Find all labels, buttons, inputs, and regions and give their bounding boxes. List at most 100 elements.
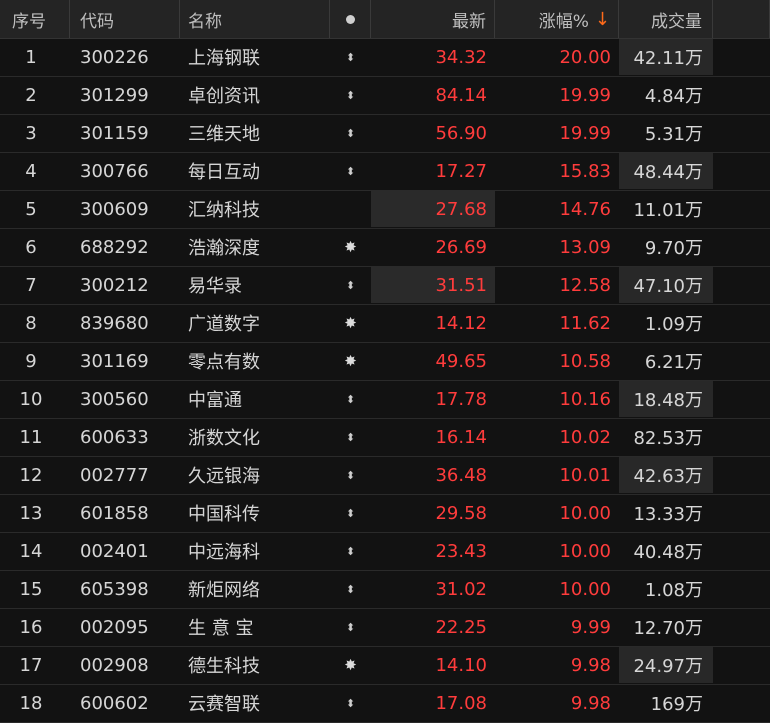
table-row[interactable]: 8 839680 广道数字 ✸ 14.12 11.62 1.09万	[0, 305, 770, 343]
row-filler	[713, 229, 770, 265]
cell-index: 6	[25, 236, 37, 258]
cell-code: 300609	[80, 198, 149, 220]
cell-name: 上海钢联	[188, 48, 260, 69]
cell-marker: ✸	[330, 647, 371, 683]
cell-index: 5	[25, 198, 37, 220]
cell-change-pct: 10.16	[559, 388, 611, 410]
star-burst-icon: ✸	[344, 238, 357, 256]
table-row[interactable]: 2 301299 卓创资讯 ⬍ 84.14 19.99 4.84万	[0, 77, 770, 115]
row-filler	[713, 77, 770, 113]
table-row[interactable]: 13 601858 中国科传 ⬍ 29.58 10.00 13.33万	[0, 495, 770, 533]
cell-index: 15	[19, 578, 43, 600]
header-change-pct-label: 涨幅%	[538, 11, 589, 32]
updown-arrow-icon: ⬍	[345, 164, 356, 178]
cell-price: 17.08	[435, 692, 487, 714]
cell-change-pct: 19.99	[559, 84, 611, 106]
row-filler	[713, 153, 770, 189]
cell-name: 卓创资讯	[188, 86, 260, 107]
cell-change-pct: 14.76	[559, 198, 611, 220]
row-filler	[713, 685, 770, 721]
table-row[interactable]: 16 002095 生 意 宝 ⬍ 22.25 9.99 12.70万	[0, 609, 770, 647]
cell-index: 10	[19, 388, 43, 410]
cell-volume: 6.21万	[644, 352, 703, 373]
table-row[interactable]: 5 300609 汇纳科技 27.68 14.76 11.01万	[0, 191, 770, 229]
table-row[interactable]: 14 002401 中远海科 ⬍ 23.43 10.00 40.48万	[0, 533, 770, 571]
cell-code: 300212	[80, 274, 149, 296]
cell-index: 12	[19, 464, 43, 486]
cell-change-pct: 10.00	[559, 502, 611, 524]
cell-volume: 9.70万	[644, 238, 703, 259]
row-filler	[713, 457, 770, 493]
cell-index: 17	[19, 654, 43, 676]
cell-code: 300766	[80, 160, 149, 182]
updown-arrow-icon: ⬍	[345, 620, 356, 634]
cell-volume: 13.33万	[633, 504, 703, 525]
cell-change-pct: 10.58	[559, 350, 611, 372]
table-row[interactable]: 11 600633 浙数文化 ⬍ 16.14 10.02 82.53万	[0, 419, 770, 457]
cell-marker: ⬍	[330, 39, 371, 75]
updown-arrow-icon: ⬍	[345, 278, 356, 292]
cell-index: 3	[25, 122, 37, 144]
updown-arrow-icon: ⬍	[345, 50, 356, 64]
cell-change-pct: 9.99	[570, 616, 611, 638]
table-row[interactable]: 4 300766 每日互动 ⬍ 17.27 15.83 48.44万	[0, 153, 770, 191]
table-row[interactable]: 9 301169 零点有数 ✸ 49.65 10.58 6.21万	[0, 343, 770, 381]
star-burst-icon: ✸	[344, 314, 357, 332]
cell-index: 9	[25, 350, 37, 372]
cell-marker: ⬍	[330, 457, 371, 493]
dot-icon	[345, 14, 355, 24]
row-filler	[713, 533, 770, 569]
table-row[interactable]: 3 301159 三维天地 ⬍ 56.90 19.99 5.31万	[0, 115, 770, 153]
cell-price: 34.32	[435, 46, 487, 68]
cell-change-pct: 9.98	[570, 654, 611, 676]
header-price[interactable]: 最新	[371, 0, 495, 38]
cell-index: 8	[25, 312, 37, 334]
cell-marker: ⬍	[330, 267, 371, 303]
cell-name: 广道数字	[188, 314, 260, 335]
cell-code: 600602	[80, 692, 149, 714]
cell-price: 22.25	[435, 616, 487, 638]
cell-volume: 4.84万	[644, 86, 703, 107]
cell-price: 14.10	[435, 654, 487, 676]
cell-change-pct: 10.00	[559, 540, 611, 562]
table-row[interactable]: 7 300212 易华录 ⬍ 31.51 12.58 47.10万	[0, 267, 770, 305]
cell-price: 56.90	[435, 122, 487, 144]
cell-code: 301169	[80, 350, 149, 372]
header-change-pct[interactable]: 涨幅% ↓	[495, 0, 619, 38]
cell-name: 德生科技	[188, 656, 260, 677]
cell-change-pct: 10.01	[559, 464, 611, 486]
cell-change-pct: 11.62	[559, 312, 611, 334]
row-filler	[713, 39, 770, 75]
cell-name: 久远银海	[188, 466, 260, 487]
cell-volume: 5.31万	[644, 124, 703, 145]
cell-index: 2	[25, 84, 37, 106]
table-row[interactable]: 1 300226 上海钢联 ⬍ 34.32 20.00 42.11万	[0, 39, 770, 77]
cell-code: 002401	[80, 540, 149, 562]
table-row[interactable]: 10 300560 中富通 ⬍ 17.78 10.16 18.48万	[0, 381, 770, 419]
table-row[interactable]: 15 605398 新炬网络 ⬍ 31.02 10.00 1.08万	[0, 571, 770, 609]
header-name[interactable]: 名称	[180, 0, 330, 38]
cell-index: 13	[19, 502, 43, 524]
cell-price: 27.68	[371, 191, 495, 227]
table-row[interactable]: 18 600602 云赛智联 ⬍ 17.08 9.98 169万	[0, 685, 770, 723]
table-row[interactable]: 12 002777 久远银海 ⬍ 36.48 10.01 42.63万	[0, 457, 770, 495]
cell-volume: 48.44万	[619, 153, 713, 189]
cell-volume: 11.01万	[633, 200, 703, 221]
row-filler	[713, 419, 770, 455]
cell-price: 49.65	[435, 350, 487, 372]
cell-name: 中国科传	[188, 504, 260, 525]
header-marker[interactable]	[330, 0, 371, 38]
cell-price: 14.12	[435, 312, 487, 334]
updown-arrow-icon: ⬍	[345, 392, 356, 406]
header-index[interactable]: 序号	[0, 0, 70, 38]
cell-code: 002777	[80, 464, 149, 486]
header-volume[interactable]: 成交量	[619, 0, 713, 38]
cell-index: 18	[19, 692, 43, 714]
cell-code: 002095	[80, 616, 149, 638]
header-code[interactable]: 代码	[70, 0, 180, 38]
cell-marker: ⬍	[330, 571, 371, 607]
table-row[interactable]: 6 688292 浩瀚深度 ✸ 26.69 13.09 9.70万	[0, 229, 770, 267]
table-row[interactable]: 17 002908 德生科技 ✸ 14.10 9.98 24.97万	[0, 647, 770, 685]
cell-name: 三维天地	[188, 124, 260, 145]
cell-index: 4	[25, 160, 37, 182]
